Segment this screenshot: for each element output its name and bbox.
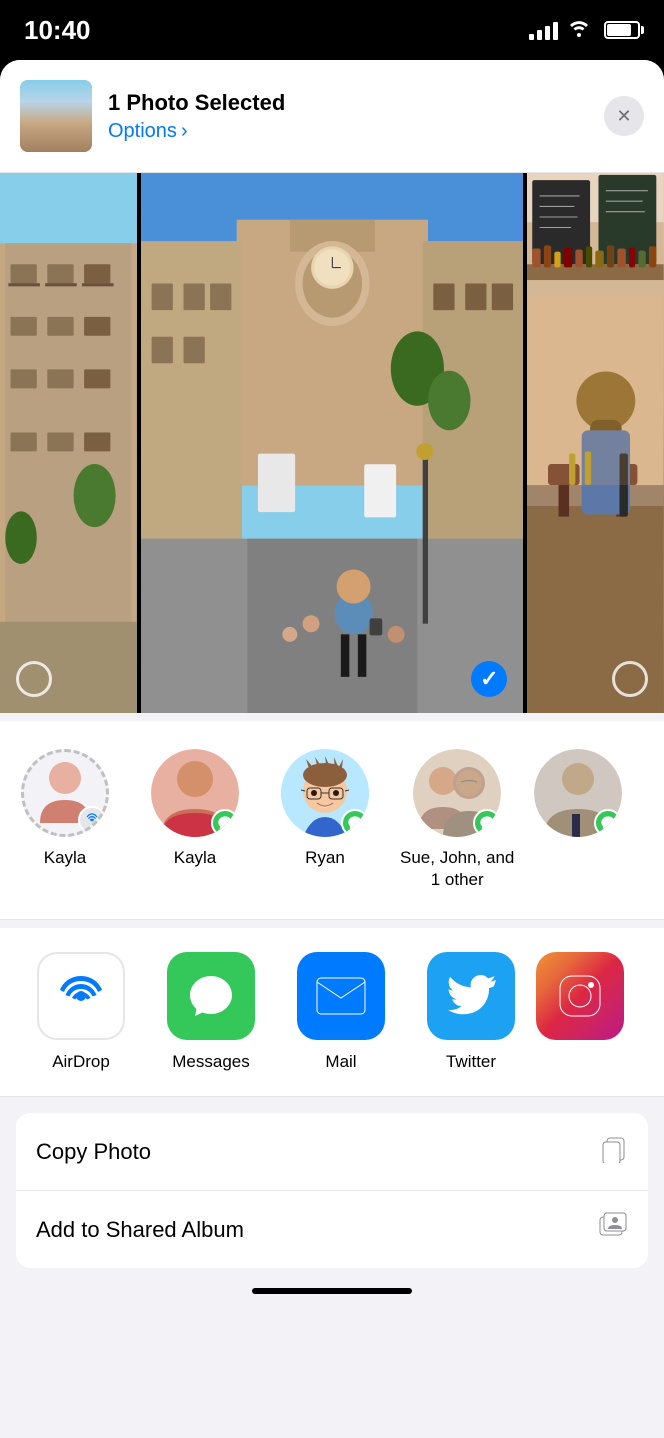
photo-svg-2 <box>141 173 524 713</box>
app-name-airdrop: AirDrop <box>52 1052 110 1072</box>
app-name-mail: Mail <box>325 1052 356 1072</box>
status-time: 10:40 <box>24 15 91 46</box>
signal-icon <box>529 20 558 40</box>
photo-item-2[interactable] <box>141 173 524 713</box>
photo-bg-1 <box>0 173 137 713</box>
thumbnail-image <box>20 80 92 152</box>
airdrop-icon-svg <box>53 968 109 1024</box>
contact-name-group: Sue, John, and1 other <box>400 847 514 891</box>
messages-badge-icon-partial <box>600 815 616 831</box>
home-indicator <box>0 1276 664 1302</box>
add-shared-album-row[interactable]: Add to Shared Album <box>16 1191 648 1268</box>
messages-badge-icon <box>217 815 233 831</box>
photo-svg-1 <box>0 173 137 713</box>
contact-name-kayla-messages: Kayla <box>174 847 217 869</box>
share-header: 1 Photo Selected Options › ✕ <box>0 60 664 173</box>
share-sheet: 1 Photo Selected Options › ✕ <box>0 60 664 1438</box>
contact-avatar-kayla-airdrop <box>21 749 109 837</box>
contact-avatar-partial <box>534 749 622 837</box>
separator-1 <box>0 713 664 721</box>
photo-item-3[interactable] <box>527 173 664 713</box>
photo-bg-3 <box>527 173 664 713</box>
add-shared-album-label: Add to Shared Album <box>36 1217 244 1243</box>
home-bar <box>252 1288 412 1294</box>
contact-name-ryan: Ryan <box>305 847 345 869</box>
twitter-icon-svg <box>446 975 496 1017</box>
messages-badge-partial <box>594 809 622 837</box>
contact-avatar-group <box>413 749 501 837</box>
instagram-icon-svg <box>555 971 605 1021</box>
separator-2 <box>0 920 664 928</box>
app-airdrop[interactable]: AirDrop <box>16 952 146 1072</box>
app-mail[interactable]: Mail <box>276 952 406 1072</box>
messages-icon-svg <box>185 970 237 1022</box>
close-icon: ✕ <box>616 106 631 127</box>
contact-ryan[interactable]: Ryan <box>260 741 390 899</box>
mail-icon-svg <box>315 976 367 1016</box>
app-twitter[interactable]: Twitter <box>406 952 536 1072</box>
app-instagram[interactable] <box>536 952 624 1072</box>
copy-photo-row[interactable]: Copy Photo <box>16 1113 648 1191</box>
contact-group[interactable]: Sue, John, and1 other <box>390 741 524 899</box>
photo-svg-3 <box>527 173 664 713</box>
contact-kayla-airdrop[interactable]: Kayla <box>0 741 130 899</box>
photo-selected-title: 1 Photo Selected <box>108 90 285 116</box>
airdrop-badge <box>78 806 106 834</box>
messages-badge-icon-ryan <box>347 815 363 831</box>
photos-strip <box>0 173 664 713</box>
actions-section: Copy Photo Add to Shared Album <box>16 1113 648 1268</box>
add-shared-album-icon <box>598 1211 628 1248</box>
messages-app-icon <box>167 952 255 1040</box>
airdrop-badge-icon <box>84 812 100 828</box>
close-button[interactable]: ✕ <box>604 96 644 136</box>
options-chevron: › <box>181 120 188 143</box>
share-header-left: 1 Photo Selected Options › <box>20 80 285 152</box>
photo-item-1[interactable] <box>0 173 137 713</box>
copy-photo-label: Copy Photo <box>36 1139 151 1165</box>
instagram-app-icon <box>536 952 624 1040</box>
options-link[interactable]: Options › <box>108 120 285 143</box>
mail-app-icon <box>297 952 385 1040</box>
album-icon-svg <box>598 1211 628 1241</box>
options-label[interactable]: Options <box>108 120 177 143</box>
app-messages[interactable]: Messages <box>146 952 276 1072</box>
app-name-twitter: Twitter <box>446 1052 496 1072</box>
contact-avatar-kayla-messages <box>151 749 239 837</box>
status-icons <box>529 19 640 42</box>
messages-badge-icon-group <box>479 815 495 831</box>
app-name-messages: Messages <box>172 1052 249 1072</box>
share-info: 1 Photo Selected Options › <box>108 90 285 143</box>
wifi-icon <box>568 19 590 42</box>
copy-icon-svg <box>600 1133 628 1163</box>
status-bar: 10:40 <box>0 0 664 60</box>
airdrop-app-icon <box>37 952 125 1040</box>
messages-badge-kayla <box>211 809 239 837</box>
contact-name-kayla-airdrop: Kayla <box>44 847 87 869</box>
copy-photo-icon <box>600 1133 628 1170</box>
twitter-app-icon <box>427 952 515 1040</box>
selected-photo-thumbnail <box>20 80 92 152</box>
messages-badge-ryan <box>341 809 369 837</box>
contact-kayla-messages[interactable]: Kayla <box>130 741 260 899</box>
photo-bg-2 <box>141 173 524 713</box>
apps-section: AirDrop Messages Mail <box>0 928 664 1097</box>
selection-circle-1[interactable] <box>16 661 52 697</box>
selection-circle-3[interactable] <box>612 661 648 697</box>
contacts-section: Kayla Kayla <box>0 721 664 920</box>
separator-3 <box>0 1097 664 1105</box>
contact-avatar-ryan <box>281 749 369 837</box>
battery-icon <box>604 21 640 39</box>
messages-badge-group <box>473 809 501 837</box>
contact-partial[interactable] <box>524 741 632 899</box>
